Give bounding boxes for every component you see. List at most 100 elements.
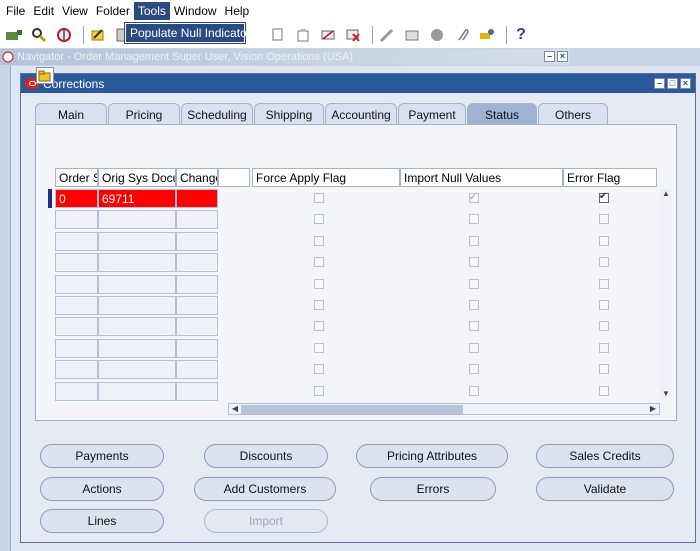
cell-order-s[interactable] bbox=[55, 339, 98, 358]
row-indicator[interactable] bbox=[48, 210, 52, 229]
tab-accounting[interactable]: Accounting bbox=[325, 103, 397, 125]
checkbox-force-apply-flag[interactable] bbox=[314, 279, 324, 289]
tab-payment[interactable]: Payment bbox=[398, 103, 466, 125]
column-header-order-s[interactable]: Order S bbox=[55, 168, 98, 187]
checkbox-force-apply-flag[interactable] bbox=[314, 386, 324, 396]
tab-status[interactable]: Status bbox=[467, 103, 537, 125]
cell-order-s[interactable] bbox=[55, 210, 98, 229]
checkbox-import-null-values[interactable] bbox=[469, 279, 479, 289]
vertical-scrollbar[interactable]: ▲ ▼ bbox=[660, 189, 672, 401]
row-indicator[interactable] bbox=[48, 360, 52, 379]
discounts-button[interactable]: Discounts bbox=[204, 444, 328, 468]
cell-change[interactable] bbox=[176, 253, 218, 272]
menu-view[interactable]: View bbox=[58, 2, 92, 20]
checkbox-force-apply-flag[interactable] bbox=[314, 193, 324, 203]
cell-change[interactable] bbox=[176, 275, 218, 294]
checkbox-import-null-values[interactable] bbox=[469, 236, 479, 246]
column-header-import-null-values[interactable]: Import Null Values bbox=[400, 168, 563, 187]
checkbox-error-flag[interactable] bbox=[599, 386, 609, 396]
column-header-force-apply-flag[interactable]: Force Apply Flag bbox=[252, 168, 400, 187]
minimize-button[interactable]: – bbox=[544, 51, 555, 62]
row-indicator[interactable] bbox=[48, 253, 52, 272]
cell-orig-sys-doc[interactable]: 69711 bbox=[98, 189, 176, 208]
checkbox-error-flag[interactable] bbox=[599, 343, 609, 353]
new-record-icon[interactable] bbox=[4, 25, 24, 45]
checkbox-error-flag[interactable] bbox=[599, 236, 609, 246]
cell-order-s[interactable] bbox=[55, 296, 98, 315]
checkbox-error-flag[interactable] bbox=[599, 279, 609, 289]
errors-button[interactable]: Errors bbox=[370, 477, 496, 501]
cell-order-s[interactable] bbox=[55, 232, 98, 251]
cell-orig-sys-doc[interactable] bbox=[98, 232, 176, 251]
cell-change[interactable] bbox=[176, 189, 218, 208]
checkbox-force-apply-flag[interactable] bbox=[314, 214, 324, 224]
scroll-left-arrow-icon[interactable]: ◀ bbox=[229, 404, 241, 414]
checkbox-import-null-values[interactable] bbox=[469, 300, 479, 310]
cell-order-s[interactable] bbox=[55, 253, 98, 272]
row-indicator[interactable] bbox=[48, 232, 52, 251]
cell-change[interactable] bbox=[176, 339, 218, 358]
tab-pricing[interactable]: Pricing bbox=[108, 103, 180, 125]
row-indicator[interactable] bbox=[48, 382, 52, 401]
scroll-up-arrow-icon[interactable]: ▲ bbox=[660, 189, 672, 201]
cell-orig-sys-doc[interactable] bbox=[98, 317, 176, 336]
copy-icon[interactable] bbox=[268, 25, 288, 45]
edit-icon[interactable] bbox=[88, 25, 108, 45]
cell-change[interactable] bbox=[176, 296, 218, 315]
checkbox-error-flag[interactable] bbox=[599, 364, 609, 374]
cell-orig-sys-doc[interactable] bbox=[98, 253, 176, 272]
cell-change[interactable] bbox=[176, 210, 218, 229]
checkbox-import-null-values[interactable] bbox=[469, 321, 479, 331]
scroll-down-arrow-icon[interactable]: ▼ bbox=[660, 389, 672, 401]
menu-file[interactable]: File bbox=[2, 2, 29, 20]
checkbox-import-null-values[interactable] bbox=[469, 343, 479, 353]
pricing-attributes-button[interactable]: Pricing Attributes bbox=[356, 444, 508, 468]
cell-order-s[interactable]: 0 bbox=[55, 189, 98, 208]
cell-orig-sys-doc[interactable] bbox=[98, 382, 176, 401]
folder-icon[interactable] bbox=[402, 25, 422, 45]
close-button[interactable]: × bbox=[557, 51, 568, 62]
delete-icon[interactable] bbox=[343, 25, 363, 45]
checkbox-import-null-values[interactable] bbox=[469, 364, 479, 374]
checkbox-error-flag[interactable] bbox=[599, 214, 609, 224]
checkbox-error-flag[interactable] bbox=[599, 300, 609, 310]
globe-icon[interactable] bbox=[427, 25, 447, 45]
find-icon[interactable] bbox=[29, 25, 49, 45]
tab-main[interactable]: Main bbox=[35, 103, 107, 125]
tab-others[interactable]: Others bbox=[538, 103, 608, 125]
checkbox-import-null-values[interactable] bbox=[469, 214, 479, 224]
checkbox-force-apply-flag[interactable] bbox=[314, 321, 324, 331]
column-header-orig-sys-doc[interactable]: Orig Sys Docu bbox=[98, 168, 176, 187]
cell-orig-sys-doc[interactable] bbox=[98, 339, 176, 358]
row-indicator[interactable] bbox=[48, 296, 52, 315]
column-header-error-flag[interactable]: Error Flag bbox=[563, 168, 657, 187]
paperclip-icon[interactable] bbox=[452, 25, 472, 45]
sales-credits-button[interactable]: Sales Credits bbox=[536, 444, 674, 468]
tools-icon[interactable] bbox=[477, 25, 497, 45]
checkbox-import-null-values[interactable] bbox=[469, 257, 479, 267]
close-button[interactable]: × bbox=[680, 78, 691, 89]
horizontal-scroll-thumb[interactable] bbox=[241, 405, 463, 414]
row-indicator[interactable] bbox=[48, 339, 52, 358]
menu-tools[interactable]: Tools bbox=[133, 2, 170, 20]
checkbox-force-apply-flag[interactable] bbox=[314, 257, 324, 267]
horizontal-scrollbar[interactable]: ◀ ▶ bbox=[228, 403, 660, 415]
maximize-button[interactable]: □ bbox=[667, 78, 678, 89]
checkbox-force-apply-flag[interactable] bbox=[314, 236, 324, 246]
validate-button[interactable]: Validate bbox=[536, 477, 674, 501]
row-indicator[interactable] bbox=[48, 275, 52, 294]
cell-change[interactable] bbox=[176, 382, 218, 401]
actions-button[interactable]: Actions bbox=[40, 477, 164, 501]
column-header-change[interactable]: Change bbox=[176, 168, 218, 187]
add-customers-button[interactable]: Add Customers bbox=[194, 477, 336, 501]
cell-change[interactable] bbox=[176, 232, 218, 251]
tab-shipping[interactable]: Shipping bbox=[254, 103, 324, 125]
checkbox-error-flag[interactable] bbox=[599, 321, 609, 331]
cell-change[interactable] bbox=[176, 317, 218, 336]
checkbox-force-apply-flag[interactable] bbox=[314, 364, 324, 374]
tab-scheduling[interactable]: Scheduling bbox=[181, 103, 253, 125]
attachment-icon[interactable] bbox=[318, 25, 338, 45]
paste-icon[interactable] bbox=[293, 25, 313, 45]
cell-orig-sys-doc[interactable] bbox=[98, 210, 176, 229]
scroll-right-arrow-icon[interactable]: ▶ bbox=[647, 404, 659, 414]
